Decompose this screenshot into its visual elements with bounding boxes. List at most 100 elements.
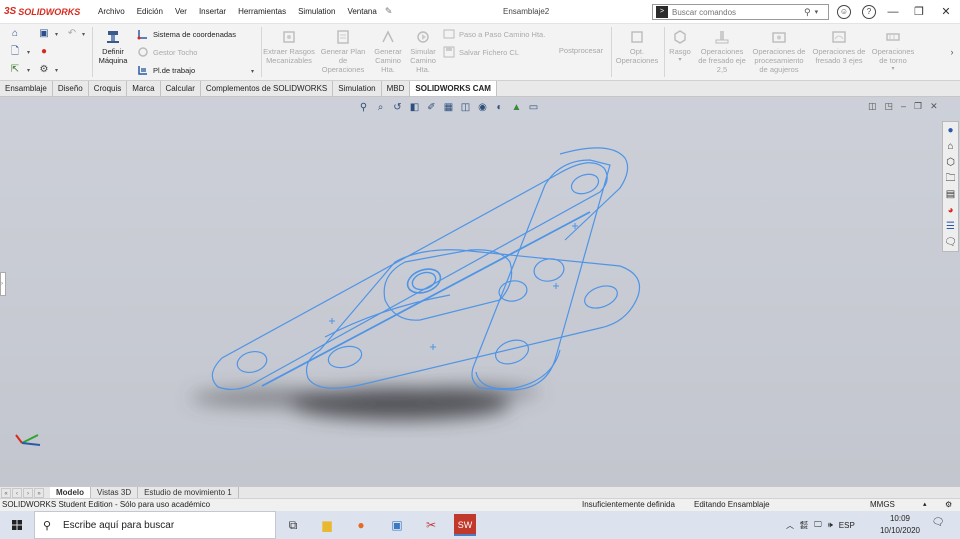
tab-estudio-movimiento[interactable]: Estudio de movimiento 1 [138, 487, 239, 498]
undo-dropdown-icon[interactable]: ▾ [82, 31, 85, 38]
zoom-to-fit-icon[interactable]: ⚲ [357, 101, 370, 114]
postprocesar-button[interactable]: Postprocesar [555, 46, 607, 55]
appearances-icon[interactable]: ◕ [943, 203, 958, 218]
hide-show-items-icon[interactable]: ◉ [476, 101, 489, 114]
menu-insertar[interactable]: Insertar [193, 0, 232, 24]
minimize-view-icon[interactable]: – [901, 101, 906, 112]
solidworks-taskbar-icon[interactable]: SW [454, 514, 476, 536]
rasgo-dropdown-icon[interactable]: ▾ [666, 56, 694, 65]
last-tab-icon[interactable]: » [34, 487, 44, 498]
previous-view-icon[interactable]: ↺ [391, 101, 404, 114]
design-library-icon[interactable]: ⬡ [943, 155, 958, 170]
language-indicator[interactable]: ESP [839, 521, 855, 530]
close-button[interactable]: ✕ [933, 0, 959, 24]
home-icon[interactable]: ⌂ [943, 139, 958, 154]
generar-camino-button[interactable]: Generar Camino Hta. [371, 29, 405, 74]
file-explorer-icon[interactable]: ▆ [316, 514, 338, 536]
save-dropdown-icon[interactable]: ▾ [55, 31, 58, 38]
pin-menu-icon[interactable]: ✎ [385, 6, 393, 17]
task-view-icon[interactable]: ⧉ [282, 514, 304, 536]
home-icon[interactable]: ⌂ [9, 28, 21, 40]
save-icon[interactable]: ▣ [38, 28, 50, 40]
new-document-icon[interactable]: 🗋 [9, 46, 21, 58]
opt-operaciones-button[interactable]: Opt. Operaciones [613, 29, 661, 65]
menu-archivo[interactable]: Archivo [92, 0, 131, 24]
solidworks-logo[interactable]: 3S SOLIDWORKS [0, 6, 92, 17]
tab-solidworks-cam[interactable]: SOLIDWORKS CAM [410, 81, 497, 96]
volume-icon[interactable]: 🕪 [828, 520, 833, 530]
apply-scene-icon[interactable]: ▲ [510, 101, 523, 114]
firefox-icon[interactable]: ● [350, 514, 372, 536]
feature-manager-collapse-handle[interactable]: › [0, 272, 6, 296]
previous-tab-icon[interactable]: ‹ [12, 487, 22, 498]
pl-trabajo-button[interactable]: Pl.de trabajo [137, 63, 195, 77]
custom-properties-icon[interactable]: ☰ [943, 219, 958, 234]
help-icon[interactable]: ? [862, 5, 876, 19]
options-dropdown-icon[interactable]: ▾ [55, 67, 58, 74]
view-orientation-icon[interactable]: ▦ [442, 101, 455, 114]
tab-simulation[interactable]: Simulation [333, 81, 382, 96]
view-settings-icon[interactable]: ▭ [527, 101, 540, 114]
network-icon[interactable]: 🖵 [814, 520, 822, 530]
menu-ver[interactable]: Ver [169, 0, 193, 24]
op-fresado-3-button[interactable]: Operaciones de fresado 3 ejes [812, 29, 866, 65]
dynamic-annotation-icon[interactable]: ✐ [425, 101, 438, 114]
taskbar-search[interactable]: ⚲ Escribe aquí para buscar [34, 511, 276, 539]
tab-mbd[interactable]: MBD [382, 81, 411, 96]
more-commands-icon[interactable]: › [946, 46, 958, 58]
tab-vistas-3d[interactable]: Vistas 3D [91, 487, 139, 498]
definir-maquina-button[interactable]: Definir Máquina [95, 29, 131, 65]
graphics-area[interactable]: ⚲ ⌕ ↺ ◧ ✐ ▦ ◫ ◉ ◐ ▲ ▭ ◫ ◳ – ❐ ✕ › ● ⌂ ⬡ … [0, 97, 960, 486]
rasgo-button[interactable]: Rasgo ▾ [666, 29, 694, 65]
minimize-button[interactable]: — [880, 0, 906, 24]
op-torno-button[interactable]: Operaciones de torno ▾ [868, 29, 918, 74]
close-view-icon[interactable]: ✕ [930, 101, 938, 112]
solidworks-resources-icon[interactable]: ● [943, 123, 958, 138]
user-account-icon[interactable]: ☺ [837, 5, 851, 19]
open-icon[interactable]: ⇱ [9, 64, 21, 76]
tab-marca[interactable]: Marca [127, 81, 161, 96]
snipping-tool-icon[interactable]: ✂ [420, 514, 442, 536]
menu-edicion[interactable]: Edición [131, 0, 169, 24]
op-agujeros-button[interactable]: Operaciones de procesamiento de agujeros [750, 29, 808, 74]
assembly-model[interactable] [0, 97, 960, 486]
open-dropdown-icon[interactable]: ▾ [27, 67, 30, 74]
tile-view-icon[interactable]: ◫ [868, 101, 877, 112]
pl-trabajo-dropdown-icon[interactable]: ▾ [251, 68, 254, 75]
tray-chevron-icon[interactable]: ︿ [786, 520, 794, 531]
control-panel-icon[interactable]: ▣ [386, 514, 408, 536]
zoom-to-area-icon[interactable]: ⌕ [374, 101, 387, 114]
options-gear-icon[interactable]: ⚙ [38, 64, 50, 76]
ime-icon[interactable]: ㍿ [800, 520, 808, 531]
view-palette-icon[interactable]: ▤ [943, 187, 958, 202]
forum-icon[interactable]: 🗨 [943, 235, 958, 250]
op-fresado-25-button[interactable]: Operaciones de fresado eje 2,5 [696, 29, 748, 74]
undo-icon[interactable]: ↶ [66, 28, 78, 40]
paso-a-paso-button[interactable]: Paso a Paso Camino Hta. [443, 27, 545, 41]
simular-camino-button[interactable]: Simular Camino Hta. [407, 29, 439, 74]
restore-view-icon[interactable]: ❐ [914, 101, 922, 112]
chevron-down-icon[interactable]: ▾ [815, 8, 819, 16]
section-view-icon[interactable]: ◧ [408, 101, 421, 114]
tab-complementos[interactable]: Complementos de SOLIDWORKS [201, 81, 334, 96]
search-input[interactable] [672, 7, 802, 17]
new-dropdown-icon[interactable]: ▾ [27, 49, 30, 56]
command-search[interactable]: > ⚲ ▾ [652, 4, 829, 20]
extraer-rasgos-button[interactable]: Extraer Rasgos Mecanizables [263, 29, 315, 65]
next-tab-icon[interactable]: › [23, 487, 33, 498]
clock[interactable]: 10:09 10/10/2020 [878, 513, 922, 537]
menu-herramientas[interactable]: Herramientas [232, 0, 292, 24]
restore-button[interactable]: ❐ [906, 0, 932, 24]
expand-view-icon[interactable]: ◳ [885, 101, 894, 112]
op-torno-dropdown-icon[interactable]: ▾ [868, 65, 918, 74]
generar-plan-button[interactable]: Generar Plan de Operaciones [319, 29, 367, 74]
traffic-light-icon[interactable]: ● [38, 46, 50, 58]
tab-croquis[interactable]: Croquis [89, 81, 128, 96]
first-tab-icon[interactable]: « [1, 487, 11, 498]
notifications-icon[interactable]: 🗨 [930, 517, 946, 533]
file-explorer-icon[interactable]: 🗀 [943, 171, 958, 186]
menu-ventana[interactable]: Ventana [341, 0, 382, 24]
rebuild-status-icon[interactable]: ⚙ [945, 499, 952, 511]
salvar-fichero-button[interactable]: Salvar Fichero CL [443, 45, 519, 59]
search-icon[interactable]: ⚲ [804, 7, 811, 18]
